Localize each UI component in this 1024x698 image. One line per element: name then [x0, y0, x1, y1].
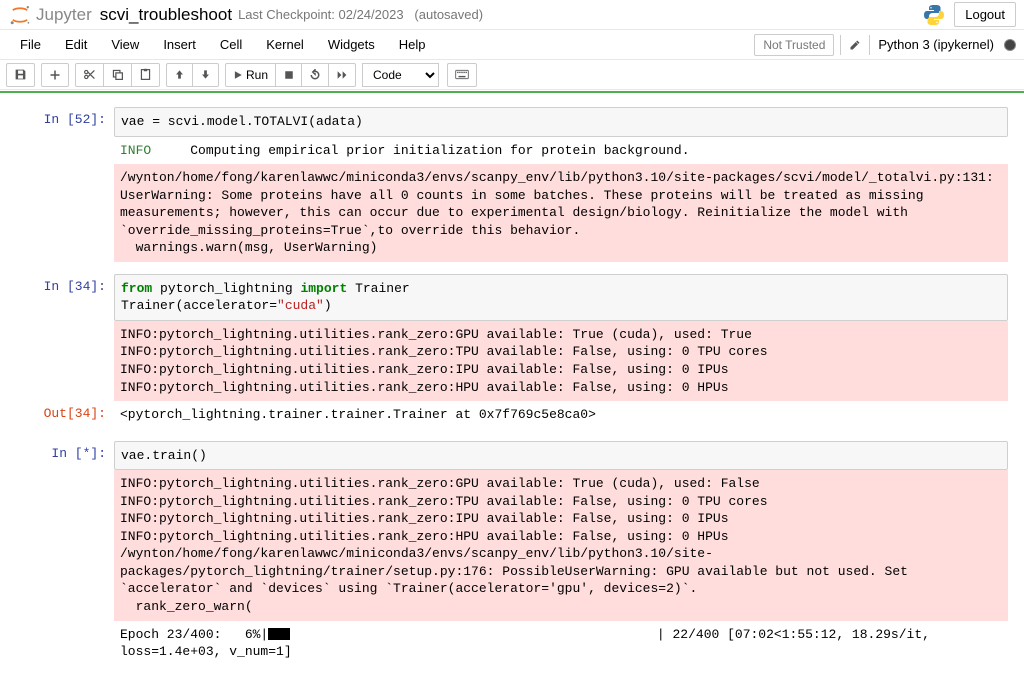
code-input[interactable]: vae = scvi.model.TOTALVI(adata) — [114, 107, 1008, 137]
jupyter-logo[interactable]: Jupyter — [8, 3, 92, 27]
output-stderr: INFO:pytorch_lightning.utilities.rank_ze… — [114, 470, 1008, 620]
plus-icon — [49, 69, 61, 81]
header-bar: Jupyter scvi_troubleshoot Last Checkpoin… — [0, 0, 1024, 30]
restart-icon — [309, 69, 321, 81]
save-icon — [14, 68, 27, 81]
move-up-button[interactable] — [166, 63, 193, 87]
menu-view[interactable]: View — [99, 31, 151, 58]
menu-help[interactable]: Help — [387, 31, 438, 58]
not-trusted-badge[interactable]: Not Trusted — [754, 34, 834, 56]
cut-button[interactable] — [75, 63, 104, 87]
notebook-name[interactable]: scvi_troubleshoot — [100, 5, 232, 25]
out-prompt: Out[34]: — [16, 401, 114, 429]
code-input[interactable]: from pytorch_lightning import Trainer Tr… — [114, 274, 1008, 321]
interrupt-button[interactable] — [276, 63, 302, 87]
in-prompt: In [52]: — [16, 107, 114, 137]
output-stream: INFO Computing empirical prior initializ… — [114, 137, 1008, 165]
menu-bar: File Edit View Insert Cell Kernel Widget… — [0, 30, 1024, 60]
menu-insert[interactable]: Insert — [151, 31, 208, 58]
edit-metadata-icon[interactable] — [840, 35, 870, 55]
copy-button[interactable] — [104, 63, 132, 87]
restart-button[interactable] — [302, 63, 329, 87]
notebook-container: In [52]: vae = scvi.model.TOTALVI(adata)… — [0, 93, 1024, 698]
move-down-button[interactable] — [193, 63, 219, 87]
copy-icon — [111, 68, 124, 81]
output-progress: Epoch 23/400: 6%| | 22/400 [07:02<1:55:1… — [114, 621, 1008, 666]
insert-cell-button[interactable] — [41, 63, 69, 87]
paste-button[interactable] — [132, 63, 160, 87]
menu-cell[interactable]: Cell — [208, 31, 254, 58]
python-icon — [922, 3, 946, 27]
output-result: <pytorch_lightning.trainer.trainer.Train… — [114, 401, 1008, 429]
kernel-name[interactable]: Python 3 (ipykernel) — [870, 33, 1002, 56]
restart-run-all-button[interactable] — [329, 63, 356, 87]
menu-kernel[interactable]: Kernel — [254, 31, 316, 58]
code-input[interactable]: vae.train() — [114, 441, 1008, 471]
paste-icon — [139, 68, 152, 81]
stop-icon — [284, 70, 294, 80]
arrow-down-icon — [200, 69, 211, 80]
play-icon — [233, 70, 243, 80]
code-cell[interactable]: In [34]: from pytorch_lightning import T… — [16, 274, 1008, 429]
fast-forward-icon — [336, 70, 348, 80]
jupyter-icon — [8, 3, 32, 27]
arrow-up-icon — [174, 69, 185, 80]
in-prompt: In [34]: — [16, 274, 114, 321]
in-prompt: In [*]: — [16, 441, 114, 471]
menu-widgets[interactable]: Widgets — [316, 31, 387, 58]
code-cell[interactable]: In [*]: vae.train() INFO:pytorch_lightni… — [16, 441, 1008, 666]
cell-type-select[interactable]: Code — [362, 63, 439, 87]
jupyter-text: Jupyter — [36, 5, 92, 25]
kernel-busy-icon — [1004, 39, 1016, 51]
progress-fill — [268, 628, 290, 640]
menu-edit[interactable]: Edit — [53, 31, 99, 58]
run-button[interactable]: Run — [225, 63, 276, 87]
keyboard-icon — [455, 69, 469, 80]
toolbar: Run Code — [0, 60, 1024, 90]
logout-button[interactable]: Logout — [954, 2, 1016, 27]
menu-file[interactable]: File — [8, 31, 53, 58]
output-stderr: INFO:pytorch_lightning.utilities.rank_ze… — [114, 321, 1008, 401]
output-stderr: /wynton/home/fong/karenlawwc/miniconda3/… — [114, 164, 1008, 262]
command-palette-button[interactable] — [447, 63, 477, 87]
save-button[interactable] — [6, 63, 35, 87]
checkpoint-text: Last Checkpoint: 02/24/2023 (autosaved) — [238, 7, 483, 22]
scissors-icon — [83, 68, 96, 81]
code-cell[interactable]: In [52]: vae = scvi.model.TOTALVI(adata)… — [16, 107, 1008, 262]
